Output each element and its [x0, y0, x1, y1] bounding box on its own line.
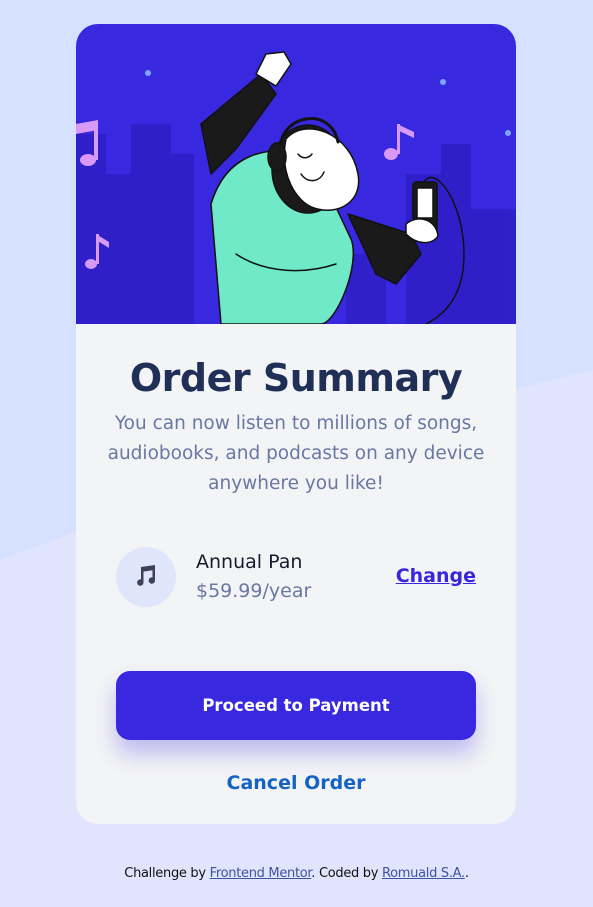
order-summary-card: Order Summary You can now listen to mill…: [76, 24, 516, 824]
cancel-order-button[interactable]: Cancel Order: [76, 772, 516, 794]
music-note-glyph: [137, 565, 156, 586]
frontend-mentor-link[interactable]: Frontend Mentor: [210, 866, 312, 881]
music-note-icon: [116, 547, 176, 607]
attribution-suffix: .: [464, 866, 469, 881]
attribution-middle: . Coded by: [311, 866, 382, 881]
plan-row: Annual Pan $59.99/year Change: [116, 547, 476, 609]
attribution-prefix: Challenge by: [124, 866, 210, 881]
hero-illustration: [76, 24, 516, 324]
summary-description: You can now listen to millions of songs,…: [107, 413, 485, 494]
page-title: Order Summary: [129, 356, 463, 400]
author-link[interactable]: Romuald S.A.: [382, 866, 465, 881]
attribution: Challenge by Frontend Mentor. Coded by R…: [0, 866, 593, 881]
plan-name: Annual Pan: [196, 551, 303, 573]
proceed-to-payment-button[interactable]: Proceed to Payment: [116, 671, 476, 740]
change-plan-link[interactable]: Change: [396, 565, 476, 587]
plan-price: $59.99/year: [196, 580, 312, 602]
